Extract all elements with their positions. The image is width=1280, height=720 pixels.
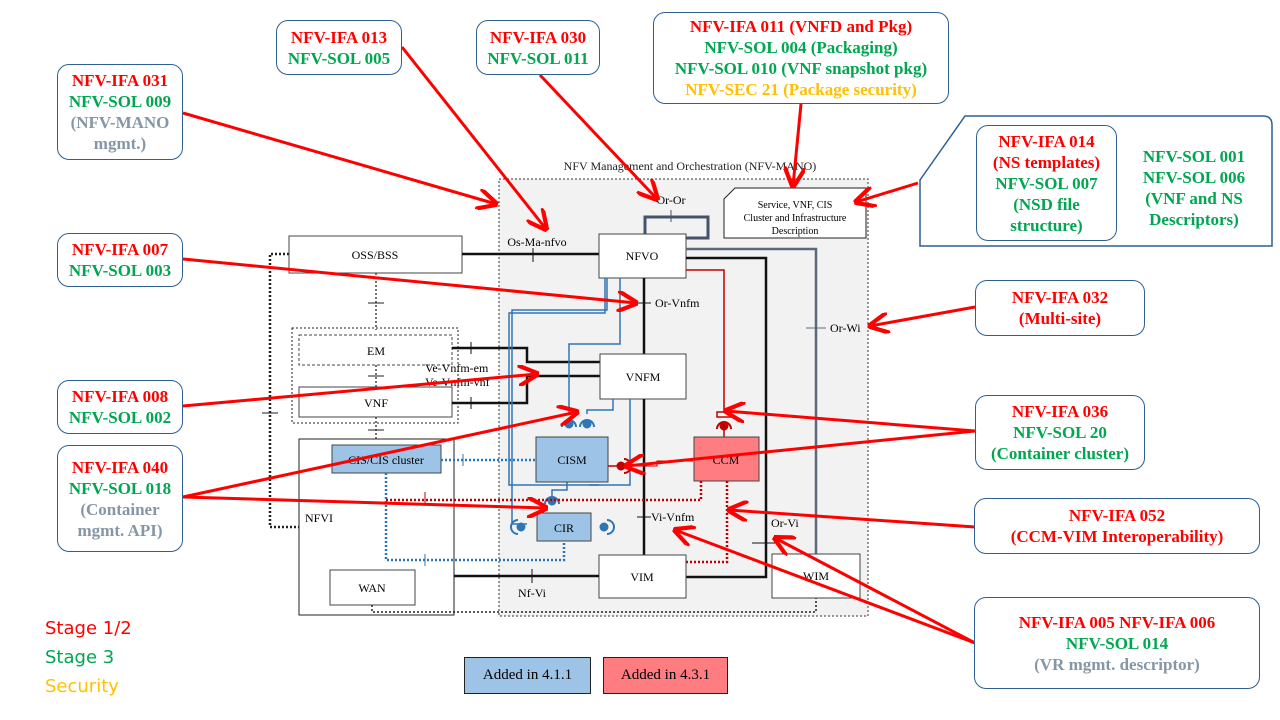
wan-label: WAN [358, 581, 386, 595]
callout-ifa008: NFV-IFA 008 NFV-SOL 002 [57, 380, 183, 434]
callout-ifa014: NFV-IFA 014 (NS templates) NFV-SOL 007 (… [976, 125, 1117, 241]
oss-nfvi-dotted-link [268, 252, 299, 529]
mano-title: NFV Management and Orchestration (NFV-MA… [564, 159, 817, 173]
callout-ifa052-line1: NFV-IFA 052 [1068, 506, 1166, 525]
callout-ifa005-line2: NFV-SOL 014 [1065, 633, 1169, 653]
callout-ifa040-line3: (Container [80, 499, 160, 519]
description-line-3: Description [772, 226, 819, 237]
vnf-label: VNF [364, 396, 388, 410]
callout-ifa007-line2: NFV-SOL 003 [68, 261, 172, 280]
callout-ifa052-line2: (CCM-VIM Interoperability) [1010, 527, 1224, 546]
callout-ifa040: NFV-IFA 040 NFV-SOL 018 (Container mgmt.… [57, 445, 183, 552]
callout-ifa008-line1: NFV-IFA 008 [71, 387, 169, 406]
cir-label: CIR [554, 521, 574, 535]
callout-ifa030-line2: NFV-SOL 011 [487, 48, 589, 68]
ref-or-vnfm: Or-Vnfm [655, 296, 700, 310]
callout-ifa030: NFV-IFA 030 NFV-SOL 011 [476, 20, 600, 75]
callout-ifa031-line2: NFV-SOL 009 [68, 92, 172, 111]
callout-ifa011: NFV-IFA 011 (VNFD and Pkg) NFV-SOL 004 (… [653, 12, 949, 104]
callout-ifa014-line1: NFV-IFA 014 [998, 131, 1095, 151]
callout-sol001-line4: Descriptors) [1149, 210, 1239, 229]
description-line-2: Cluster and Infrastructure [744, 213, 847, 224]
callout-ifa013-line1: NFV-IFA 013 [290, 27, 388, 47]
arrow-ifa031 [182, 111, 496, 204]
callout-ifa031: NFV-IFA 031 NFV-SOL 009 (NFV-MANO mgmt.) [57, 64, 183, 160]
nfvi-label: NFVI [305, 511, 333, 525]
legend-stage12: Stage 1/2 [45, 618, 132, 639]
callout-ifa040-line2: NFV-SOL 018 [68, 478, 172, 498]
callout-ifa014-line5: structure) [1010, 215, 1083, 235]
callout-ifa031-line1: NFV-IFA 031 [71, 71, 169, 90]
callout-ifa030-line1: NFV-IFA 030 [489, 27, 587, 47]
oss-bss-label: OSS/BSS [352, 248, 399, 262]
callout-ifa007-line1: NFV-IFA 007 [71, 240, 169, 259]
callout-ifa036: NFV-IFA 036 NFV-SOL 20 (Container cluste… [975, 395, 1145, 470]
nfvo-label: NFVO [626, 249, 659, 263]
cism-label: CISM [557, 453, 587, 467]
callout-ifa011-line1: NFV-IFA 011 (VNFD and Pkg) [689, 17, 913, 36]
description-line-1: Service, VNF, CIS [758, 200, 833, 211]
ref-ve-vnfm-em: Ve-Vnfm-em [425, 361, 489, 375]
callout-ifa014-line2: (NS templates) [992, 152, 1101, 172]
callout-ifa007: NFV-IFA 007 NFV-SOL 003 [57, 233, 183, 287]
callout-ifa052: NFV-IFA 052 (CCM-VIM Interoperability) [974, 498, 1260, 554]
callout-ifa036-line2: NFV-SOL 20 [1013, 423, 1107, 442]
ref-or-wi: Or-Wi [830, 321, 861, 335]
stage-legend: Stage 1/2 Stage 3 Security [45, 614, 132, 701]
callout-ifa032: NFV-IFA 032 (Multi-site) [975, 280, 1145, 336]
ref-vi-vnfm: Vi-Vnfm [651, 510, 695, 524]
callout-ifa011-line3: NFV-SOL 010 (VNF snapshot pkg) [674, 59, 928, 78]
callout-ifa013: NFV-IFA 013 NFV-SOL 005 [276, 20, 402, 75]
ref-or-vi: Or-Vi [771, 516, 799, 530]
callout-ifa032-line2: (Multi-site) [1018, 309, 1102, 328]
em-label: EM [367, 344, 385, 358]
callout-ifa005-line3: (VR mgmt. descriptor) [1034, 654, 1200, 674]
legend-security: Security [45, 676, 119, 697]
callout-sol001-line1: NFV-SOL 001 [1142, 147, 1246, 166]
ccm-interface-icon [716, 411, 732, 418]
callout-sol001-line3: (VNF and NS [1145, 189, 1243, 208]
callout-ifa005: NFV-IFA 005 NFV-IFA 006 NFV-SOL 014 (VR … [974, 597, 1260, 689]
legend-added-431: Added in 4.3.1 [603, 657, 728, 694]
callout-ifa036-line3: (Container cluster) [990, 444, 1130, 463]
arrow-ifa032 [870, 305, 976, 326]
vim-label: VIM [630, 570, 654, 584]
callout-ifa011-line4: NFV-SEC 21 (Package security) [685, 80, 917, 99]
callout-ifa014-line3: NFV-SOL 007 [995, 173, 1098, 193]
callout-ifa040-line1: NFV-IFA 040 [71, 457, 169, 477]
callout-ifa005-line1: NFV-IFA 005 NFV-IFA 006 [1018, 612, 1216, 632]
callout-ifa036-line1: NFV-IFA 036 [1011, 402, 1109, 421]
arrow-ifa011 [793, 103, 801, 186]
legend-stage3: Stage 3 [45, 647, 115, 668]
callout-ifa011-line2: NFV-SOL 004 (Packaging) [704, 38, 898, 57]
callout-ifa032-line1: NFV-IFA 032 [1011, 288, 1109, 307]
callout-ifa031-line3: (NFV-MANO [70, 113, 170, 132]
ref-nf-vi: Nf-Vi [518, 586, 547, 600]
legend-added-411: Added in 4.1.1 [464, 657, 591, 694]
callout-ifa040-line4: mgmt. API) [77, 520, 163, 540]
callout-sol001: NFV-SOL 001 NFV-SOL 006 (VNF and NS Desc… [1125, 146, 1263, 230]
callout-sol001-line2: NFV-SOL 006 [1142, 168, 1246, 187]
callout-ifa008-line2: NFV-SOL 002 [68, 408, 172, 427]
callout-ifa013-line2: NFV-SOL 005 [287, 48, 391, 68]
ref-or-or: Or-Or [656, 193, 685, 207]
ref-os-ma-nfvo: Os-Ma-nfvo [507, 235, 566, 249]
vnfm-label: VNFM [626, 370, 661, 384]
callout-ifa014-line4: (NSD file [1013, 194, 1080, 214]
callout-ifa031-line4: mgmt.) [93, 134, 147, 153]
